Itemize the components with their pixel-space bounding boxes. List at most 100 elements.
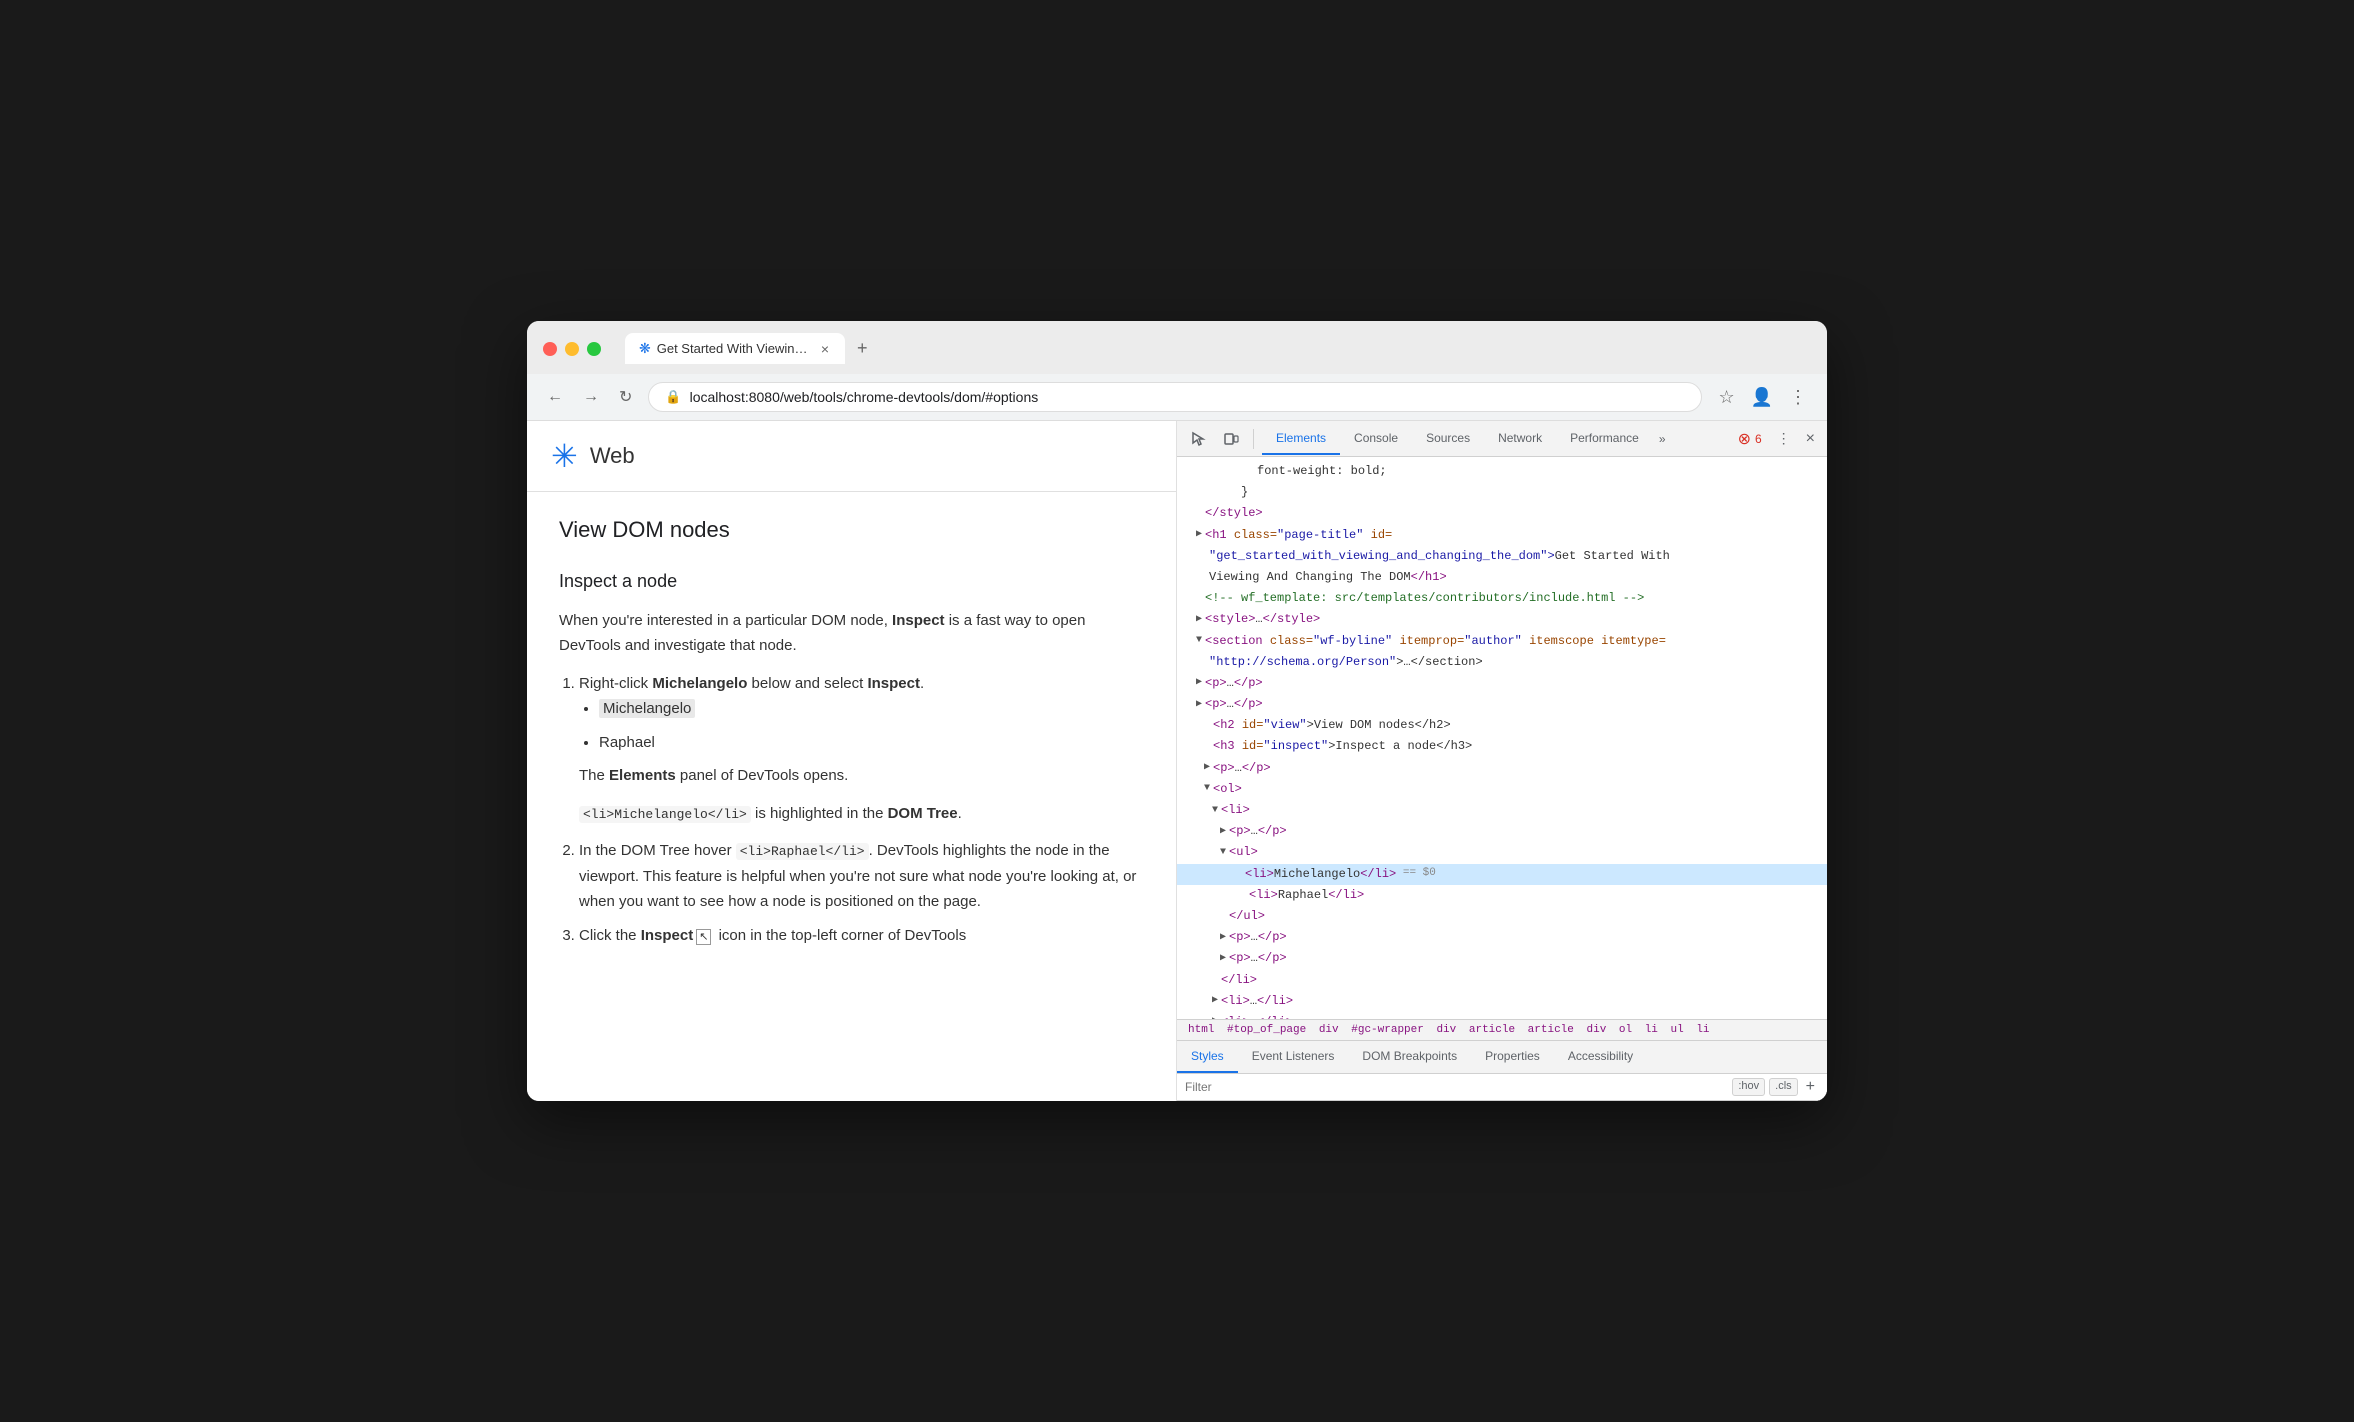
error-count: 6: [1755, 432, 1762, 446]
triangle-ol[interactable]: [1201, 781, 1213, 797]
hov-button[interactable]: :hov: [1732, 1078, 1765, 1096]
tab-properties[interactable]: Properties: [1471, 1041, 1554, 1073]
cls-button[interactable]: .cls: [1769, 1078, 1798, 1096]
styles-filter-bar: :hov .cls +: [1177, 1074, 1827, 1101]
add-filter-icon[interactable]: +: [1802, 1078, 1819, 1096]
inspect-bold: Inspect: [892, 612, 945, 629]
breadcrumb-article1[interactable]: article: [1459, 1024, 1518, 1036]
triangle-p2[interactable]: [1193, 697, 1205, 713]
breadcrumb-ol[interactable]: ol: [1609, 1024, 1635, 1036]
dom-line-h1: <h1 class="page-title" id=: [1177, 525, 1827, 546]
dom-line-p3: <p>…</p>: [1177, 758, 1827, 779]
breadcrumb-ul[interactable]: ul: [1661, 1024, 1687, 1036]
triangle-li-p[interactable]: [1217, 824, 1229, 840]
dom-line-css1: font-weight: bold;: [1177, 461, 1827, 482]
devtools-tabs: Elements Console Sources Network Perform…: [1262, 423, 1672, 455]
dom-tree-bold: DOM Tree: [888, 805, 958, 822]
triangle-ul[interactable]: [1217, 845, 1229, 861]
menu-icon[interactable]: ⋮: [1785, 383, 1811, 412]
triangle-empty2: [1193, 591, 1205, 607]
step2-before: In the DOM Tree hover: [579, 842, 736, 859]
traffic-light-yellow[interactable]: [565, 342, 579, 356]
breadcrumb-div3[interactable]: div: [1577, 1024, 1609, 1036]
devtools-more-icon[interactable]: ⋮: [1770, 425, 1798, 453]
dom-line-michelangelo[interactable]: <li>Michelangelo</li> == $0: [1177, 864, 1827, 885]
triangle-p3[interactable]: [1201, 760, 1213, 776]
triangle-li[interactable]: [1209, 803, 1221, 819]
device-toggle-icon[interactable]: [1217, 425, 1245, 453]
traffic-light-red[interactable]: [543, 342, 557, 356]
step3-end: icon in the top-left corner of DevTools: [714, 927, 966, 944]
breadcrumb-div2[interactable]: div: [1427, 1024, 1459, 1036]
tab-styles[interactable]: Styles: [1177, 1041, 1238, 1073]
triangle-section[interactable]: [1193, 633, 1205, 649]
tab-network[interactable]: Network: [1484, 423, 1556, 455]
address-bar: ← → ↻ 🔒 localhost:8080/web/tools/chrome-…: [527, 374, 1827, 421]
tab-console[interactable]: Console: [1340, 423, 1412, 455]
triangle-style[interactable]: [1193, 612, 1205, 628]
dom-line-h2: <h2 id="view">View DOM nodes</h2>: [1177, 715, 1827, 736]
more-tabs-icon[interactable]: »: [1653, 424, 1672, 454]
tab-sources[interactable]: Sources: [1412, 423, 1484, 455]
triangle-raph: [1237, 887, 1249, 903]
tab-performance[interactable]: Performance: [1556, 423, 1653, 455]
dom-line-h1-text: Viewing And Changing The DOM</h1>: [1177, 567, 1827, 588]
triangle-ul-close: [1217, 909, 1229, 925]
address-input[interactable]: 🔒 localhost:8080/web/tools/chrome-devtoo…: [648, 382, 1702, 412]
triangle-mich: [1233, 866, 1245, 882]
triangle-li-p3[interactable]: [1217, 951, 1229, 967]
dom-line-li-close: </li>: [1177, 970, 1827, 991]
note2-end: .: [958, 805, 962, 822]
triangle-li2[interactable]: [1209, 993, 1221, 1009]
dom-line-li2: <li>…</li>: [1177, 991, 1827, 1012]
dom-line-li-p: <p>…</p>: [1177, 821, 1827, 842]
step1-bold1: Michelangelo: [652, 675, 747, 692]
dom-line-ol: <ol>: [1177, 779, 1827, 800]
dom-line-raphael: <li>Raphael</li>: [1177, 885, 1827, 906]
step-2: In the DOM Tree hover <li>Raphael</li>. …: [579, 838, 1144, 915]
breadcrumb-top[interactable]: #top_of_page: [1217, 1024, 1309, 1036]
devtools-close-button[interactable]: ×: [1802, 426, 1819, 452]
inspect-element-icon[interactable]: [1185, 425, 1213, 453]
tab-event-listeners[interactable]: Event Listeners: [1238, 1041, 1349, 1073]
breadcrumb-article2[interactable]: article: [1518, 1024, 1577, 1036]
devtools-toolbar: Elements Console Sources Network Perform…: [1177, 421, 1827, 457]
tab-dom-breakpoints[interactable]: DOM Breakpoints: [1348, 1041, 1471, 1073]
bookmark-icon[interactable]: ☆: [1714, 383, 1738, 412]
forward-button[interactable]: →: [579, 384, 603, 410]
browser-tab[interactable]: ❋ Get Started With Viewing And ×: [625, 333, 845, 364]
triangle-li-p2[interactable]: [1217, 930, 1229, 946]
triangle-empty: [1193, 506, 1205, 522]
tab-close-icon[interactable]: ×: [819, 341, 831, 357]
li-michelangelo-code: <li>Michelangelo</li>: [579, 806, 751, 823]
step1-note1: The Elements panel of DevTools opens.: [579, 763, 1144, 789]
breadcrumb-li2[interactable]: li: [1687, 1024, 1713, 1036]
profile-icon[interactable]: 👤: [1747, 383, 1777, 412]
intro-text: When you're interested in a particular D…: [559, 612, 888, 629]
triangle-p1[interactable]: [1193, 675, 1205, 691]
site-logo: ✳: [551, 437, 578, 475]
tab-elements[interactable]: Elements: [1262, 423, 1340, 455]
dom-line-li-p2: <p>…</p>: [1177, 927, 1827, 948]
step3-before: Click the: [579, 927, 641, 944]
dom-line-h3: <h3 id="inspect">Inspect a node</h3>: [1177, 736, 1827, 757]
tab-bar: ❋ Get Started With Viewing And × +: [625, 333, 1811, 364]
step-3: Click the Inspect↖ icon in the top-left …: [579, 923, 1144, 949]
breadcrumb-div1[interactable]: div: [1309, 1024, 1341, 1036]
triangle-h1[interactable]: [1193, 527, 1205, 543]
breadcrumb-html[interactable]: html: [1185, 1024, 1217, 1036]
breadcrumb-li1[interactable]: li: [1635, 1024, 1661, 1036]
reload-button[interactable]: ↻: [615, 383, 636, 411]
inspect-bold2: Inspect: [641, 927, 694, 944]
styles-filter-input[interactable]: [1185, 1080, 1732, 1094]
step-1: Right-click Michelangelo below and selec…: [579, 671, 1144, 827]
error-section: ⊗ 6: [1738, 429, 1762, 449]
traffic-light-green[interactable]: [587, 342, 601, 356]
dom-line-section-attr: "http://schema.org/Person">…</section>: [1177, 652, 1827, 673]
tab-accessibility[interactable]: Accessibility: [1554, 1041, 1647, 1073]
breadcrumb-gc[interactable]: #gc-wrapper: [1342, 1024, 1427, 1036]
page-content: ✳ Web View DOM nodes Inspect a node When…: [527, 421, 1177, 1101]
article-heading: View DOM nodes: [559, 512, 1144, 547]
new-tab-button[interactable]: +: [849, 334, 876, 363]
back-button[interactable]: ←: [543, 384, 567, 410]
